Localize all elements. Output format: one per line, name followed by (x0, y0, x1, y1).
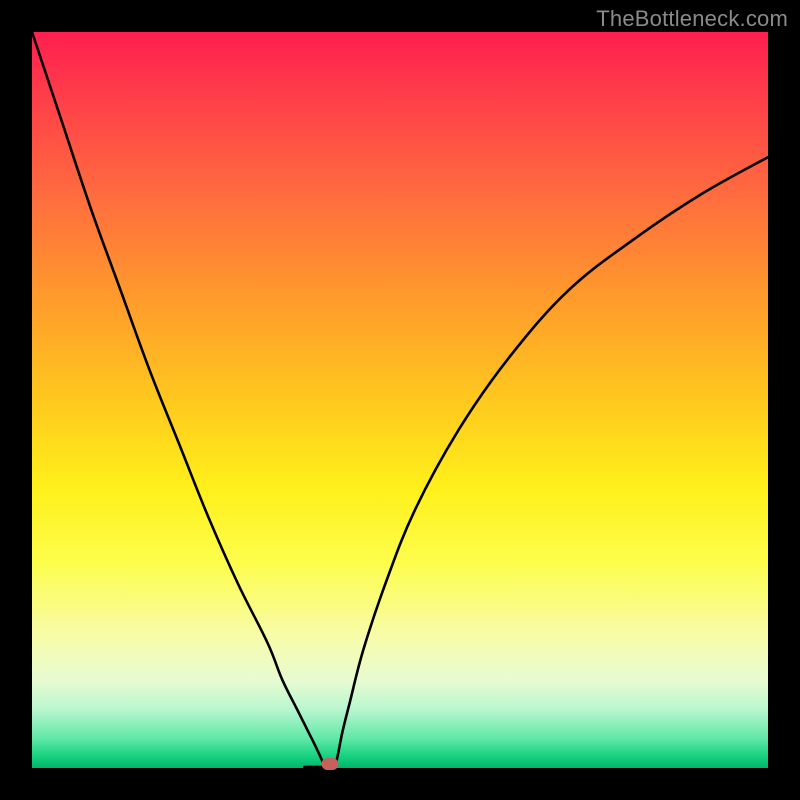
bottleneck-curve (32, 32, 768, 768)
watermark-text: TheBottleneck.com (596, 6, 788, 32)
chart-frame: TheBottleneck.com (0, 0, 800, 800)
curve-left-branch (32, 32, 326, 767)
plot-area (32, 32, 768, 768)
optimum-marker (322, 758, 339, 770)
curve-right-branch (335, 157, 768, 766)
